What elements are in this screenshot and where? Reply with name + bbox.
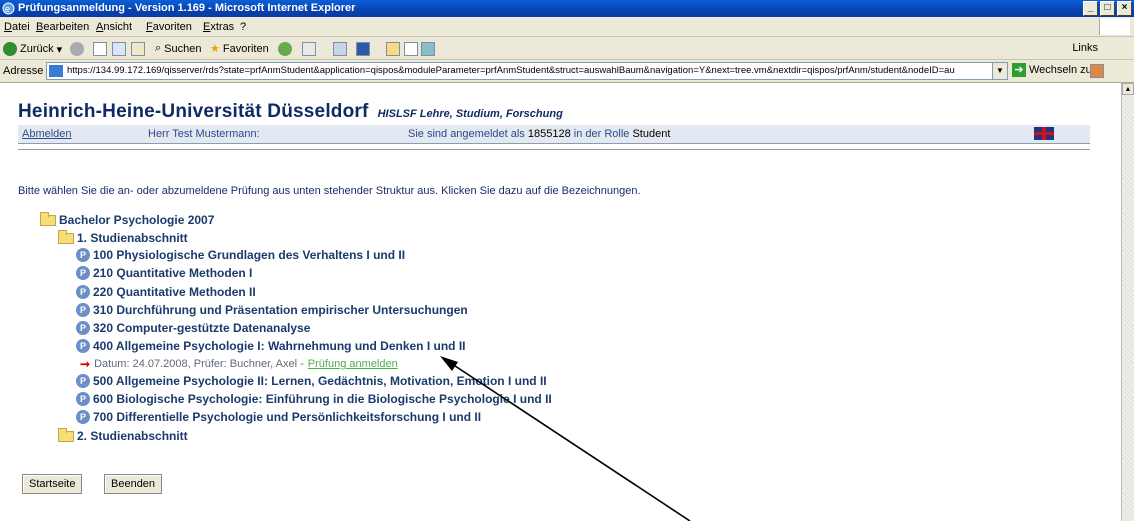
back-arrow-icon <box>3 42 17 56</box>
start-page-button[interactable]: Startseite <box>22 474 83 494</box>
forward-arrow-icon[interactable] <box>70 42 84 56</box>
windows-logo <box>1099 18 1130 35</box>
menu-bar: Datei Bearbeiten Ansicht Favoriten Extra… <box>0 17 1134 37</box>
search-button[interactable]: ⌕ Suchen <box>155 42 201 55</box>
toolbar: Zurück ▾ ⌕ Suchen ★ Favoriten Links <box>0 37 1134 60</box>
window-title: Prüfungsanmeldung - Version 1.169 - Micr… <box>18 2 356 14</box>
links-label[interactable]: Links <box>1072 42 1098 54</box>
go-label: Wechseln zu <box>1029 64 1092 76</box>
ie-icon: e <box>2 2 15 15</box>
stop-icon[interactable] <box>93 42 107 56</box>
back-label: Zurück <box>20 43 54 55</box>
page-icon <box>49 65 63 77</box>
tool-icon[interactable] <box>421 42 435 56</box>
go-button[interactable]: ➔ Wechseln zu <box>1012 63 1092 77</box>
go-arrow-icon: ➔ <box>1012 63 1026 77</box>
star-icon: ★ <box>210 43 220 55</box>
menu-datei[interactable]: Datei <box>4 21 30 33</box>
mail-icon[interactable] <box>302 42 316 56</box>
vertical-scrollbar[interactable]: ▲ <box>1121 83 1134 521</box>
window-titlebar: e Prüfungsanmeldung - Version 1.169 - Mi… <box>0 0 1134 17</box>
print-icon[interactable] <box>333 42 347 56</box>
menu-help[interactable]: ? <box>240 21 246 33</box>
messenger-icon[interactable] <box>404 42 418 56</box>
menu-extras[interactable]: Extras <box>203 21 234 33</box>
word-icon[interactable] <box>356 42 370 56</box>
back-button[interactable]: Zurück ▾ <box>3 42 62 56</box>
address-url: https://134.99.172.169/qisserver/rds?sta… <box>67 65 955 76</box>
favorites-label: Favoriten <box>222 42 269 55</box>
annotation-arrow <box>440 356 691 521</box>
folder-icon[interactable] <box>386 42 400 56</box>
end-button[interactable]: Beenden <box>104 474 163 494</box>
menu-ansicht[interactable]: Ansicht <box>96 21 132 33</box>
search-label: Suchen <box>164 42 202 55</box>
address-dropdown-icon[interactable]: ▼ <box>992 63 1007 79</box>
svg-text:e: e <box>5 4 10 14</box>
scroll-up-icon[interactable]: ▲ <box>1122 83 1134 95</box>
address-bar: Adresse https://134.99.172.169/qisserver… <box>0 60 1134 83</box>
favorites-button[interactable]: ★ Favoriten <box>210 42 269 56</box>
page-content: Heinrich-Heine-Universität Düsseldorf HI… <box>0 83 1122 521</box>
close-button[interactable]: × <box>1117 1 1132 16</box>
addon-icon[interactable] <box>1090 64 1104 78</box>
address-input[interactable]: https://134.99.172.169/qisserver/rds?sta… <box>46 62 1008 80</box>
address-label: Adresse <box>3 65 44 77</box>
restore-button[interactable]: □ <box>1100 1 1115 16</box>
search-icon: ⌕ <box>155 42 162 54</box>
home-icon[interactable] <box>131 42 145 56</box>
history-icon[interactable] <box>278 42 292 56</box>
minimize-button[interactable]: _ <box>1083 1 1098 16</box>
menu-favoriten[interactable]: Favoriten <box>146 21 192 33</box>
refresh-icon[interactable] <box>112 42 126 56</box>
menu-bearbeiten[interactable]: Bearbeiten <box>36 21 89 33</box>
